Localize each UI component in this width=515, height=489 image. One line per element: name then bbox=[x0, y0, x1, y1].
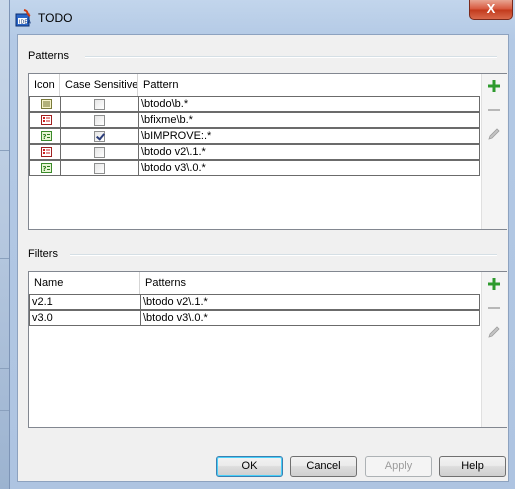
edit-icon bbox=[488, 326, 500, 338]
window-title: TODO bbox=[38, 11, 73, 25]
remove-filter-button[interactable] bbox=[482, 298, 506, 318]
add-pattern-button[interactable] bbox=[482, 76, 506, 96]
patterns-table: Icon Case Sensitive Pattern \btodo\b.* \b… bbox=[28, 73, 507, 230]
case-sensitive-cell bbox=[61, 161, 139, 175]
ok-button[interactable]: OK bbox=[216, 456, 283, 477]
filters-group-label: Filters bbox=[28, 248, 58, 260]
background-window-strip bbox=[0, 0, 9, 489]
add-icon bbox=[488, 80, 500, 92]
column-header-name[interactable]: Name bbox=[29, 272, 140, 294]
todo-note-icon bbox=[41, 99, 52, 109]
apply-button[interactable]: Apply bbox=[365, 456, 432, 477]
pattern-cell: \bfixme\b.* bbox=[141, 114, 193, 126]
patterns-group-label: Patterns bbox=[28, 50, 69, 62]
case-sensitive-checkbox[interactable] bbox=[94, 99, 105, 110]
column-header-case-sensitive[interactable]: Case Sensitive bbox=[60, 74, 138, 96]
pattern-row[interactable]: ? \btodo v3\.0.* bbox=[29, 160, 480, 176]
filter-name-cell: v3.0 bbox=[30, 311, 141, 325]
pattern-cell: \btodo v3\.0.* bbox=[141, 162, 206, 174]
close-button[interactable]: X bbox=[469, 0, 513, 20]
case-sensitive-cell bbox=[61, 113, 139, 127]
filter-row[interactable]: v2.1 \btodo v2\.1.* bbox=[29, 294, 480, 310]
fixme-red-icon bbox=[41, 147, 52, 157]
filter-patterns-cell: \btodo v2\.1.* bbox=[143, 296, 208, 308]
pattern-icon-cell: ? bbox=[30, 161, 61, 175]
help-button[interactable]: Help bbox=[439, 456, 506, 477]
edit-filter-button[interactable] bbox=[482, 322, 506, 342]
case-sensitive-cell bbox=[61, 145, 139, 159]
filters-table: Name Patterns v2.1 \btodo v2\.1.* v3.0 \bto… bbox=[28, 271, 507, 428]
app-logo-icon: IDEA bbox=[15, 9, 31, 27]
pattern-icon-cell bbox=[30, 145, 61, 159]
filters-separator bbox=[70, 254, 497, 256]
title-bar[interactable]: IDEA TODO X bbox=[10, 0, 515, 34]
todo-dialog: IDEA TODO X Patterns Icon Case Sensitive… bbox=[9, 0, 515, 489]
add-icon bbox=[488, 278, 500, 290]
pattern-cell: \btodo\b.* bbox=[141, 98, 189, 110]
case-sensitive-cell bbox=[61, 129, 139, 143]
svg-text:IDEA: IDEA bbox=[19, 20, 31, 26]
case-sensitive-cell bbox=[61, 97, 139, 111]
svg-text:?: ? bbox=[43, 165, 47, 173]
fixme-red-icon bbox=[41, 115, 52, 125]
pattern-icon-cell: ? bbox=[30, 129, 61, 143]
filter-name-cell: v2.1 bbox=[30, 295, 141, 309]
pattern-row[interactable]: \bfixme\b.* bbox=[29, 112, 480, 128]
case-sensitive-checkbox[interactable] bbox=[94, 147, 105, 158]
filter-row[interactable]: v3.0 \btodo v3\.0.* bbox=[29, 310, 480, 326]
edit-pattern-button[interactable] bbox=[482, 124, 506, 144]
column-header-pattern[interactable]: Pattern bbox=[138, 74, 480, 96]
pattern-row[interactable]: \btodo\b.* bbox=[29, 96, 480, 112]
filter-patterns-cell: \btodo v3\.0.* bbox=[143, 312, 208, 324]
pattern-cell: \bIMPROVE:.* bbox=[141, 130, 212, 142]
case-sensitive-checkbox[interactable] bbox=[94, 163, 105, 174]
cancel-button[interactable]: Cancel bbox=[290, 456, 357, 477]
improve-question-icon: ? bbox=[41, 163, 52, 173]
remove-icon bbox=[488, 307, 500, 309]
edit-icon bbox=[488, 128, 500, 140]
dialog-content: Patterns Icon Case Sensitive Pattern \bt… bbox=[17, 34, 509, 482]
case-sensitive-checkbox[interactable] bbox=[94, 115, 105, 126]
add-filter-button[interactable] bbox=[482, 274, 506, 294]
pattern-icon-cell bbox=[30, 113, 61, 127]
case-sensitive-checkbox[interactable] bbox=[94, 131, 105, 142]
pattern-row[interactable]: \btodo v2\.1.* bbox=[29, 144, 480, 160]
column-header-patterns[interactable]: Patterns bbox=[140, 272, 480, 294]
svg-text:?: ? bbox=[43, 133, 47, 141]
pattern-cell: \btodo v2\.1.* bbox=[141, 146, 206, 158]
remove-pattern-button[interactable] bbox=[482, 100, 506, 120]
pattern-icon-cell bbox=[30, 97, 61, 111]
pattern-row[interactable]: ? \bIMPROVE:.* bbox=[29, 128, 480, 144]
improve-question-icon: ? bbox=[41, 131, 52, 141]
patterns-separator bbox=[85, 56, 497, 58]
remove-icon bbox=[488, 109, 500, 111]
filters-side-toolbar bbox=[481, 272, 507, 427]
patterns-side-toolbar bbox=[481, 74, 507, 229]
column-header-icon[interactable]: Icon bbox=[29, 74, 60, 96]
